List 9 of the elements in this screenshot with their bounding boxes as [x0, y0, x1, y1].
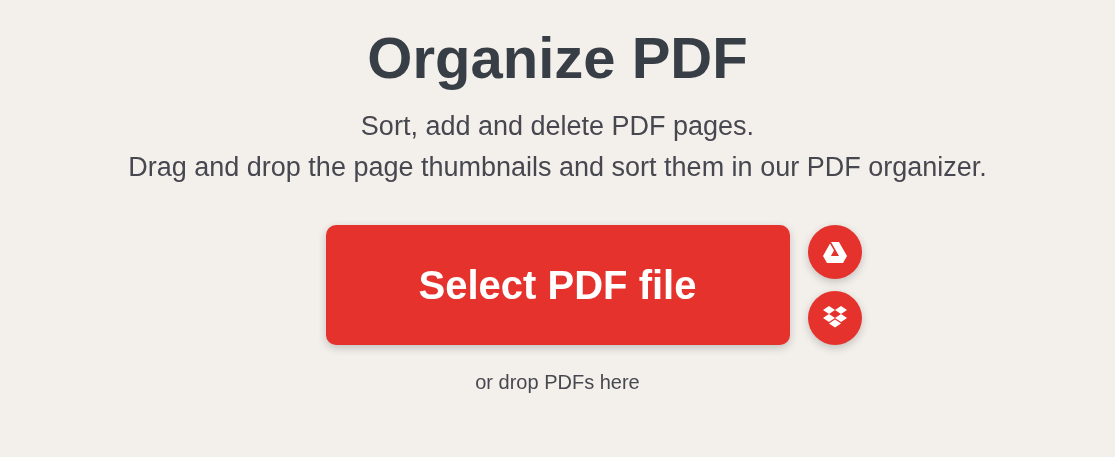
triangle-logo-icon: [822, 241, 847, 263]
cloud-source-button[interactable]: [807, 225, 862, 279]
diamonds-logo-icon: [821, 306, 848, 330]
subtitle-text: Drag and drop the page thumbnails and sort them in our PDF organizer.: [128, 151, 987, 184]
cloud-source-button[interactable]: [807, 291, 862, 345]
page-title: Organize PDF: [367, 24, 748, 92]
subtitle-text: Sort, add and delete PDF pages.: [360, 110, 755, 143]
drop-hint: or drop PDFs here: [475, 370, 640, 395]
select-file-button[interactable]: Select PDF file: [325, 225, 790, 345]
